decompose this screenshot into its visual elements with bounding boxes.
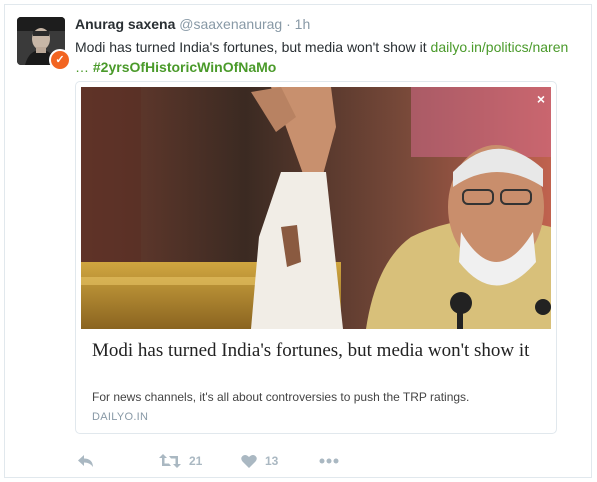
retweet-icon	[159, 453, 181, 469]
verified-icon: ✓	[49, 49, 71, 71]
author-name[interactable]: Anurag saxena	[75, 16, 175, 32]
retweet-button[interactable]: 21	[159, 451, 202, 471]
heart-icon	[241, 454, 257, 469]
retweet-count: 21	[189, 454, 203, 468]
reply-button[interactable]	[77, 451, 95, 471]
tweet-text: Modi has turned India's fortunes, but me…	[75, 37, 575, 77]
like-button[interactable]: 13	[241, 451, 278, 471]
card-description: For news channels, it's all about contro…	[92, 390, 470, 404]
like-count: 13	[265, 454, 279, 468]
more-icon	[319, 458, 339, 464]
more-button[interactable]	[319, 451, 339, 471]
author-handle[interactable]: @saaxenanurag	[179, 16, 282, 32]
tweet-hashtag[interactable]: #2yrsOfHistoricWinOfNaMo	[93, 59, 276, 75]
reply-icon	[77, 453, 95, 469]
tweet-actions: 21 13	[75, 451, 575, 471]
tweet-link[interactable]: dailyo.in/politics/naren	[431, 39, 569, 55]
close-icon[interactable]: ×	[537, 91, 545, 107]
tweet-header: Anurag saxena @saaxenanurag · 1h	[75, 16, 310, 32]
separator-dot: ·	[286, 16, 291, 32]
tweet-card: ✓ Anurag saxena @saaxenanurag · 1h Modi …	[4, 4, 592, 478]
tweet-body: Modi has turned India's fortunes, but me…	[75, 39, 427, 55]
card-photo	[81, 87, 551, 329]
card-domain[interactable]: DAILYO.IN	[92, 411, 148, 423]
tweet-ellipsis: …	[75, 59, 89, 75]
timestamp[interactable]: 1h	[295, 16, 311, 32]
card-title[interactable]: Modi has turned India's fortunes, but me…	[92, 340, 547, 362]
card-image[interactable]: ×	[81, 87, 551, 329]
link-card[interactable]: × Modi has turned India's fortunes, but …	[75, 81, 557, 434]
